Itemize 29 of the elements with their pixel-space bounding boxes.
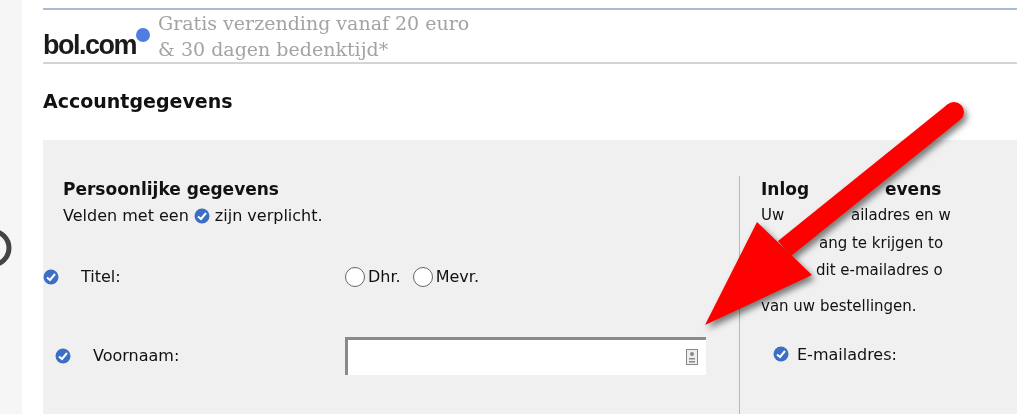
- contact-card-icon: [686, 349, 698, 365]
- info-text: van uw bestellingen.: [761, 295, 917, 317]
- logo[interactable]: bol.com: [43, 29, 150, 61]
- section-heading: Inlog: [761, 178, 811, 201]
- info-text: Uw: [761, 205, 786, 226]
- tagline-text: & 30 dagen bedenktijd*: [158, 37, 390, 62]
- page-title: Accountgegevens: [43, 90, 234, 112]
- info-text: dit e-mailadres o: [816, 260, 943, 281]
- field-label: Titel:: [81, 267, 122, 286]
- note-text: Velden met een: [63, 205, 189, 227]
- logo-badge-icon: [136, 27, 150, 42]
- info-text: ailadres en w: [851, 205, 951, 226]
- field-label: E-mailadres:: [797, 344, 897, 364]
- text-input-field[interactable]: [345, 336, 706, 375]
- field-label: Voornaam:: [93, 346, 181, 365]
- radio-label[interactable]: Mevr.: [435, 267, 479, 286]
- required-check-icon: [773, 346, 789, 362]
- info-text: ang te krijgen to: [819, 232, 944, 254]
- radio-button[interactable]: [412, 266, 433, 287]
- required-check-icon: [55, 347, 71, 364]
- radio-label[interactable]: Dhr.: [368, 267, 401, 286]
- note-text: zijn verplicht.: [214, 205, 323, 227]
- section-heading: evens: [885, 178, 942, 201]
- ring-icon: [0, 228, 12, 268]
- radio-button[interactable]: [345, 266, 365, 287]
- required-check-icon: [43, 268, 59, 285]
- section-heading: Persoonlijke gegevens: [63, 178, 280, 201]
- tagline-text: Gratis verzending vanaf 20 euro: [158, 11, 470, 36]
- required-check-icon: [193, 207, 210, 224]
